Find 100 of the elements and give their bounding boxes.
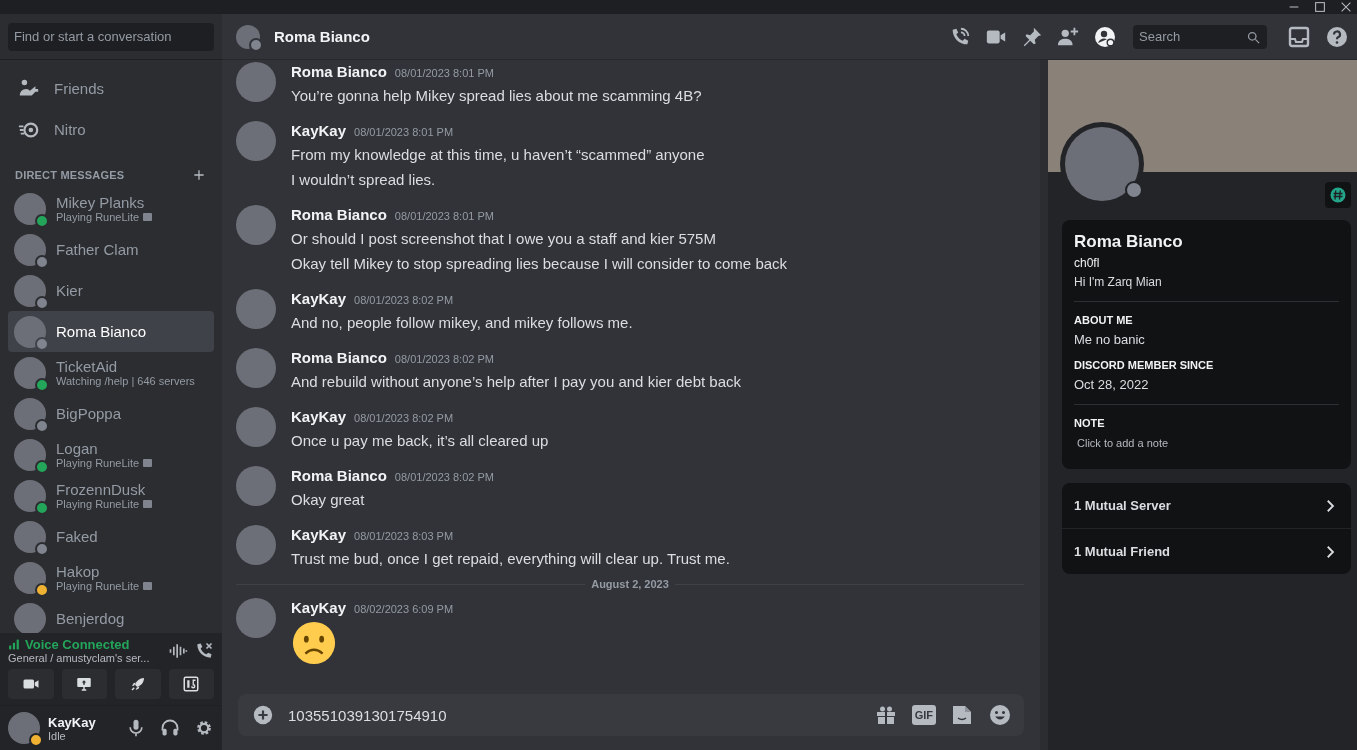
user-name: KayKay (48, 714, 97, 730)
sticker-icon[interactable] (950, 703, 974, 727)
channel-title: Roma Bianco (274, 28, 371, 45)
dm-item[interactable]: Father Clam (8, 229, 214, 270)
message-field[interactable]: 1035510391301754910 (288, 706, 860, 724)
dm-item[interactable]: Benjerdog (8, 598, 214, 633)
disconnect-icon[interactable] (194, 640, 214, 661)
timestamp: 08/01/2023 8:02 PM (394, 353, 494, 365)
avatar-image (236, 598, 276, 638)
avatar-image (236, 525, 276, 565)
dm-item[interactable]: FrozennDusk Playing RuneLite (8, 475, 214, 516)
pin-icon[interactable] (1021, 25, 1043, 48)
dm-name: Kier (56, 282, 83, 299)
activity-text: Playing RuneLite (56, 211, 140, 223)
dm-item[interactable]: Kier (8, 270, 214, 311)
message-text: From my knowledge at this time, u haven’t “scammed” anyone (291, 145, 705, 164)
search-field[interactable]: Find or start a conversation (8, 22, 214, 51)
avatar-image (236, 62, 276, 102)
dm-item[interactable]: BigPoppa (8, 393, 214, 434)
dm-name: Hakop (56, 563, 101, 580)
profile-subtitle: Hi I'm Zarq Mian (1074, 275, 1163, 289)
nav-item[interactable]: Friends (8, 68, 214, 109)
section-heading: DISCORD MEMBER SINCE (1074, 359, 1215, 371)
date-divider: August 2, 2023 (591, 578, 669, 590)
author-name[interactable]: KayKay (291, 122, 347, 139)
gif-button[interactable]: GIF (911, 705, 936, 725)
maximize-icon[interactable] (1313, 0, 1327, 14)
section-heading: ABOUT ME (1074, 314, 1134, 326)
dm-item[interactable]: Faked (8, 516, 214, 557)
avatar-image (236, 407, 276, 447)
dm-name: Faked (56, 528, 98, 545)
signal-icon (8, 638, 21, 651)
author-name[interactable]: KayKay (291, 290, 347, 307)
search-icon (1246, 29, 1261, 45)
nav-item[interactable]: Nitro (8, 109, 214, 150)
avatar-image (236, 348, 276, 388)
mutuals-row[interactable]: 1 Mutual Friend (1062, 528, 1351, 574)
soundboard-button[interactable] (168, 669, 214, 699)
dm-name: Benjerdog (56, 610, 125, 627)
dm-item[interactable]: Logan Playing RuneLite (8, 434, 214, 475)
headset-icon[interactable] (160, 718, 180, 738)
rich-presence-icon (143, 582, 153, 590)
microphone-icon[interactable] (126, 718, 146, 738)
timestamp: 08/01/2023 8:02 PM (354, 294, 454, 306)
timestamp: 08/02/2023 6:09 PM (354, 603, 454, 615)
voice-status: Voice Connected (25, 637, 130, 652)
dm-item[interactable]: Roma Bianco (8, 311, 214, 352)
username: ch0fl (1074, 256, 1101, 270)
timestamp: 08/01/2023 8:01 PM (394, 210, 494, 222)
author-name[interactable]: KayKay (291, 599, 347, 616)
dm-item[interactable]: TicketAid Watching /help | 646 servers (8, 352, 214, 393)
video-button[interactable] (8, 669, 54, 699)
timestamp: 08/01/2023 8:03 PM (354, 530, 454, 542)
dm-item[interactable]: Mikey Planks Playing RuneLite (8, 188, 214, 229)
dm-name: FrozennDusk (56, 481, 147, 498)
close-icon[interactable] (1339, 0, 1353, 14)
search-field[interactable]: Search (1133, 24, 1267, 49)
author-name[interactable]: KayKay (291, 526, 347, 543)
timestamp: 08/01/2023 8:02 PM (354, 412, 454, 424)
note-field[interactable]: Click to add a note (1074, 437, 1339, 449)
message-text: Trust me bud, once I get repaid, everything will clear up. Trust me. (291, 549, 730, 568)
add-icon[interactable] (252, 704, 274, 726)
dm-name: Father Clam (56, 241, 139, 258)
mutuals-row[interactable]: 1 Mutual Server (1062, 483, 1351, 528)
emoji-icon[interactable] (988, 703, 1012, 727)
activity-button[interactable] (115, 669, 161, 699)
plus-icon[interactable] (192, 168, 206, 182)
dm-name: Roma Bianco (56, 323, 147, 340)
user-status: Idle (48, 729, 66, 742)
author-name[interactable]: Roma Bianco (291, 63, 387, 80)
timestamp: 08/01/2023 8:02 PM (394, 471, 494, 483)
section-heading: NOTE (1074, 417, 1106, 429)
voice-channel[interactable]: General / amustyclam's ser... (8, 652, 162, 664)
inbox-icon[interactable] (1287, 24, 1311, 49)
settings-icon[interactable] (194, 718, 214, 738)
help-icon[interactable] (1325, 24, 1349, 49)
dm-name: TicketAid (56, 358, 119, 375)
message-text: Or should I post screenshot that I owe you a staff and kier 575M (291, 229, 717, 248)
author-name[interactable]: KayKay (291, 408, 347, 425)
dm-name: Mikey Planks (56, 194, 146, 211)
nav-label: Friends (54, 80, 105, 97)
message-composer[interactable]: 1035510391301754910 GIF (238, 694, 1024, 736)
dm-item[interactable]: Hakop Playing RuneLite (8, 557, 214, 598)
rich-presence-icon (143, 459, 153, 467)
avatar-image (236, 121, 276, 161)
user-profile-icon[interactable] (1093, 24, 1117, 49)
activity-text: Playing RuneLite (56, 580, 140, 592)
message-text: You’re gonna help Mikey spread lies about me scamming 4B? (291, 86, 702, 105)
author-name[interactable]: Roma Bianco (291, 349, 387, 366)
avatar-image (236, 466, 276, 506)
dm-name: BigPoppa (56, 405, 122, 422)
author-name[interactable]: Roma Bianco (291, 206, 387, 223)
add-friend-icon[interactable] (1057, 25, 1079, 48)
screen-share-button[interactable] (61, 669, 107, 699)
avatar-image (236, 289, 276, 329)
timestamp: 08/01/2023 8:01 PM (354, 126, 454, 138)
activity-text: Playing RuneLite (56, 498, 140, 510)
monitor-icon (75, 675, 94, 693)
frowning-face-icon (291, 620, 337, 666)
author-name[interactable]: Roma Bianco (291, 467, 387, 484)
